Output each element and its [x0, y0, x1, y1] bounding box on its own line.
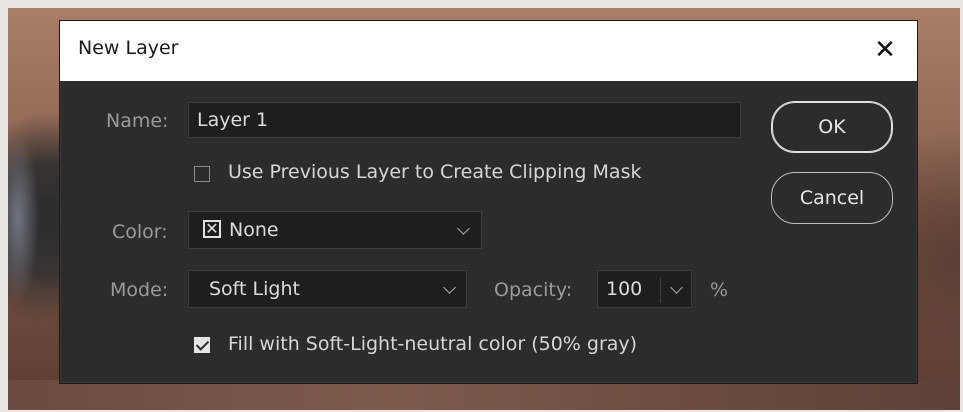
- chevron-down-icon: [457, 222, 470, 235]
- fill-neutral-label: Fill with Soft-Light-neutral color (50% …: [228, 333, 638, 355]
- cancel-button[interactable]: Cancel: [771, 172, 893, 224]
- color-label: Color:: [112, 221, 168, 243]
- color-dropdown[interactable]: ✕ None: [188, 211, 482, 249]
- close-icon[interactable]: ✕: [868, 33, 902, 67]
- x-box-icon: ✕: [203, 220, 221, 238]
- dialog-title: New Layer: [78, 37, 179, 59]
- new-layer-dialog: New Layer ✕ Name: Layer 1 Use Previous L…: [59, 20, 918, 384]
- opacity-label: Opacity:: [494, 279, 573, 301]
- clipping-mask-checkbox[interactable]: [194, 166, 210, 182]
- dialog-titlebar: New Layer ✕: [60, 21, 917, 81]
- name-input[interactable]: Layer 1: [188, 102, 741, 138]
- ok-button[interactable]: OK: [771, 101, 893, 153]
- chevron-down-icon: [443, 281, 456, 294]
- mode-dropdown[interactable]: Soft Light: [188, 270, 467, 308]
- color-dropdown-value: None: [229, 219, 279, 241]
- chevron-down-icon[interactable]: [670, 281, 683, 294]
- name-label: Name:: [106, 110, 169, 132]
- opacity-divider: [660, 277, 661, 303]
- mode-dropdown-value: Soft Light: [209, 278, 300, 300]
- fill-neutral-checkbox[interactable]: [194, 337, 210, 353]
- mode-label: Mode:: [110, 279, 169, 301]
- opacity-value: 100: [606, 278, 643, 300]
- photo-background-bottom: [8, 380, 960, 410]
- opacity-combobox[interactable]: 100: [597, 270, 692, 308]
- percent-label: %: [710, 279, 729, 301]
- clipping-mask-label: Use Previous Layer to Create Clipping Ma…: [228, 161, 642, 183]
